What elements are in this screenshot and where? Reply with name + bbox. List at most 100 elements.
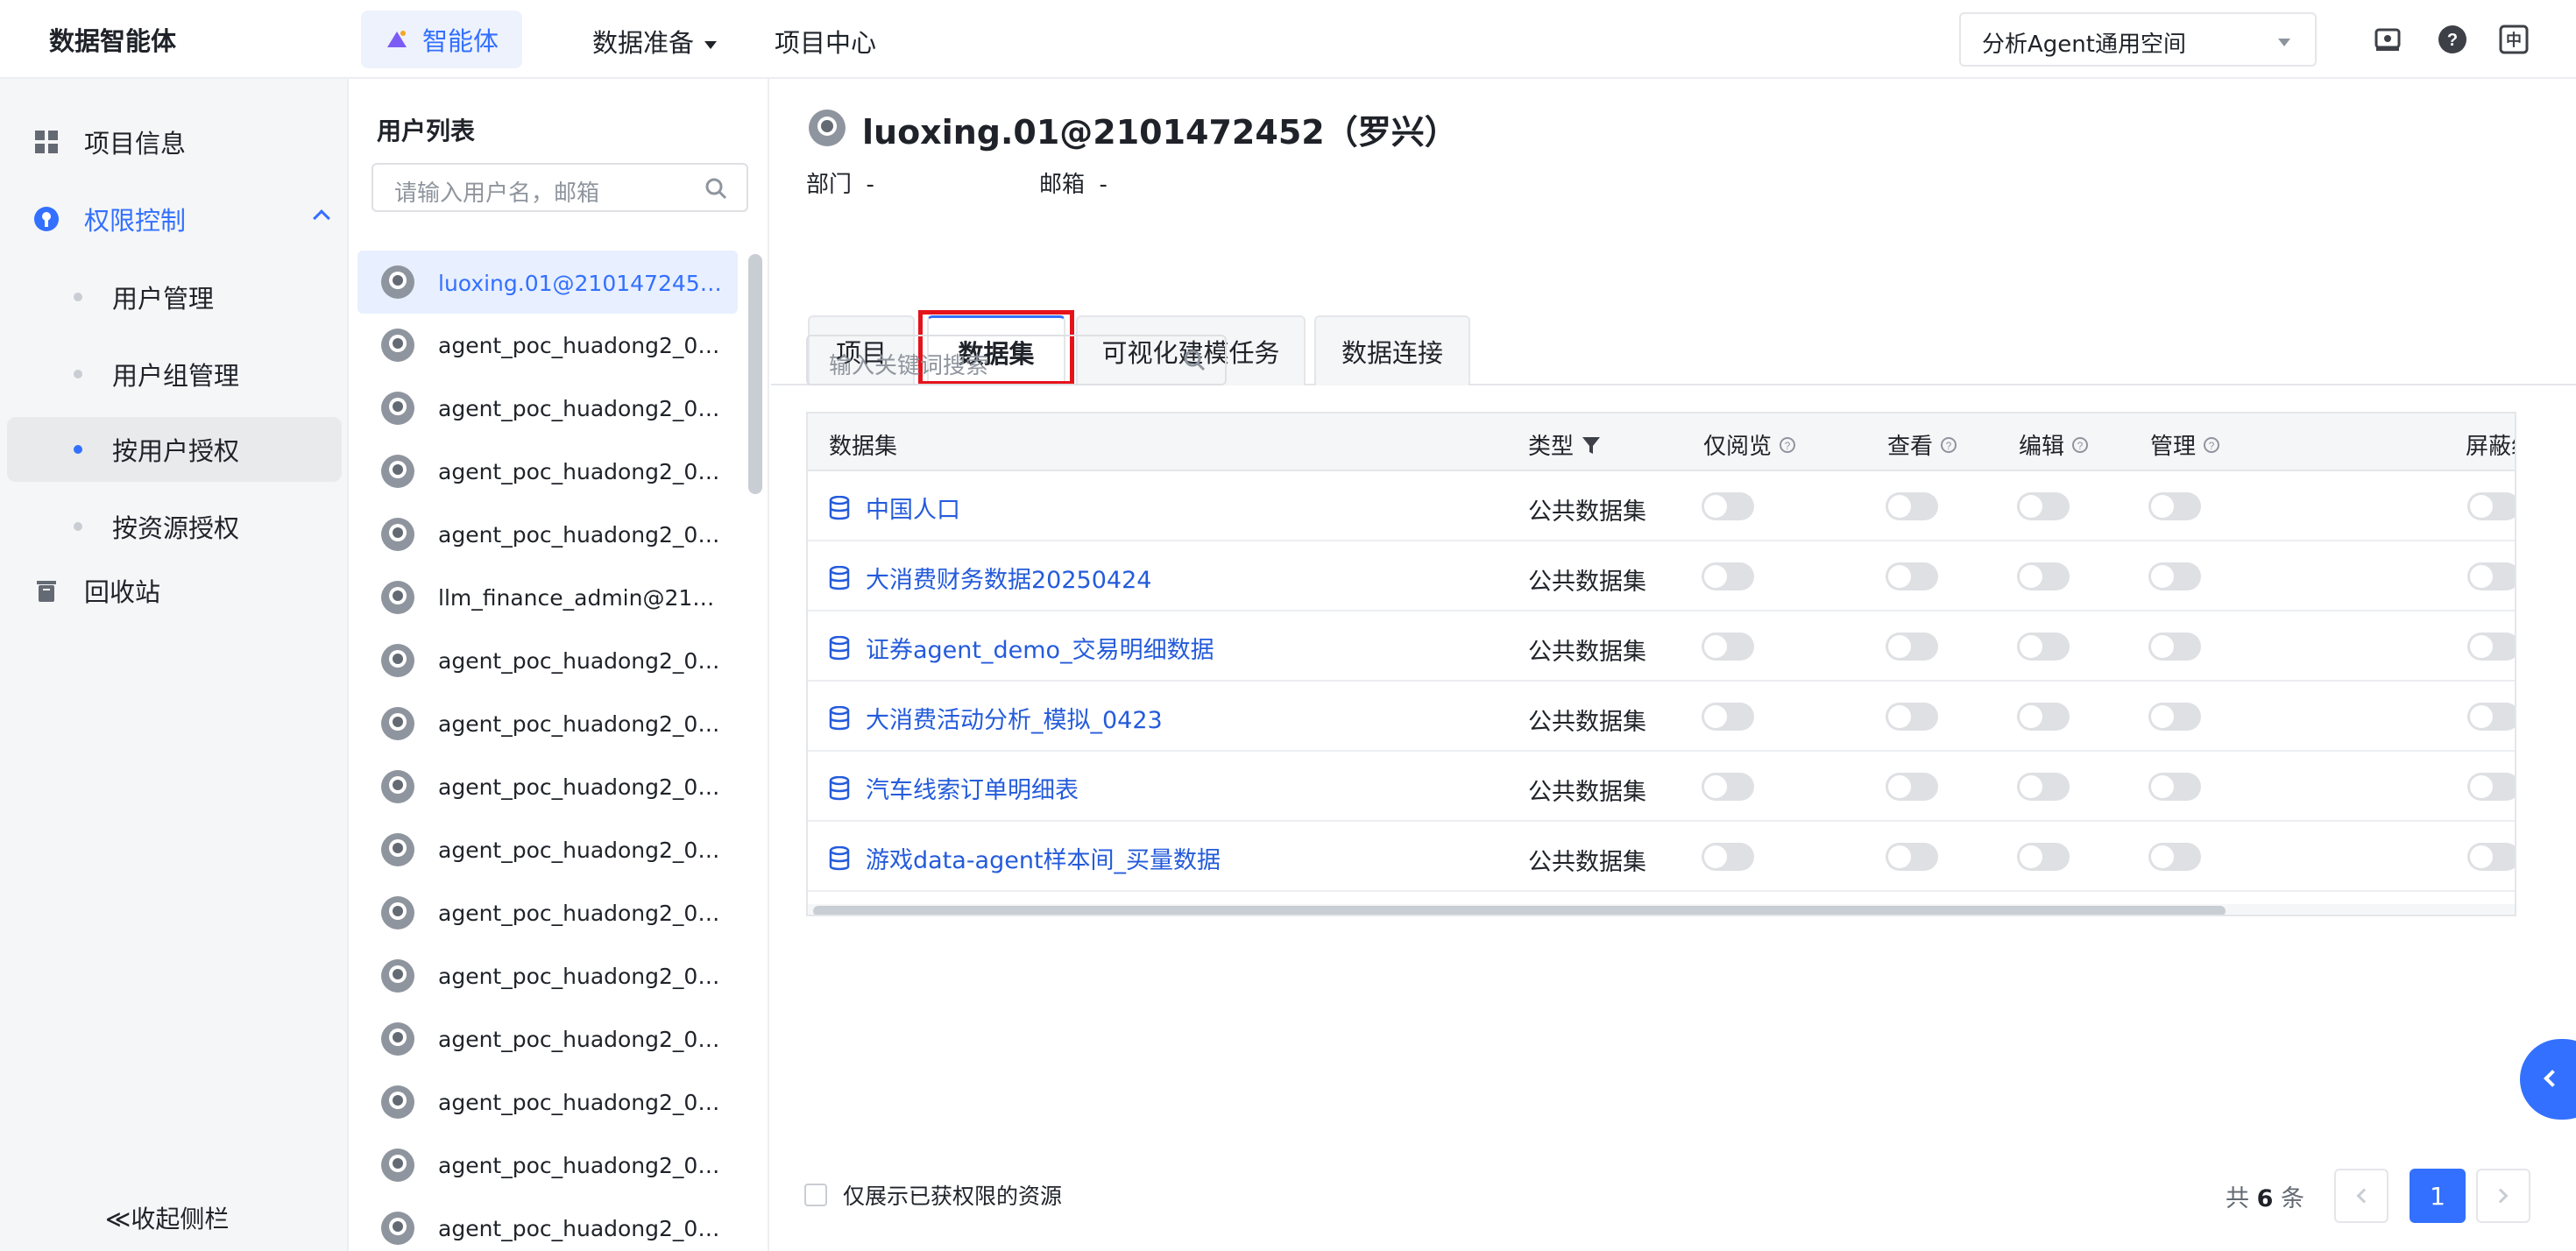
user-search-input[interactable]: 请输入用户名，邮箱 — [372, 163, 748, 212]
user-list-item[interactable]: agent_poc_huadong2_089@2101472452 — [357, 440, 738, 503]
permission-toggle[interactable] — [1702, 562, 1754, 590]
question-icon[interactable]: ? — [2203, 436, 2220, 454]
dataset-link[interactable]: 汽车线索订单明细表 — [829, 771, 1079, 805]
user-name: llm_finance_admin@2101472452 — [438, 584, 727, 611]
permission-toggle[interactable] — [2467, 773, 2515, 801]
col-view: 查看 ? — [1887, 428, 1957, 461]
user-avatar-icon — [381, 896, 414, 929]
space-select[interactable]: 分析Agent通用空间 — [1959, 12, 2317, 67]
sidebar-subitem-label: 用户管理 — [112, 284, 215, 314]
pager-next-button[interactable] — [2476, 1169, 2530, 1223]
database-icon — [829, 565, 850, 590]
dataset-link[interactable]: 证券agent_demo_交易明细数据 — [829, 631, 1214, 665]
permission-toggle[interactable] — [2467, 633, 2515, 661]
permission-toggle[interactable] — [2017, 703, 2070, 731]
permission-toggle[interactable] — [2017, 633, 2070, 661]
user-list-item[interactable]: agent_poc_huadong2_083@2101472452 — [357, 1134, 738, 1197]
user-avatar-icon — [381, 833, 414, 866]
user-list-item[interactable]: agent_poc_huadong2_084@2101472452 — [357, 881, 738, 944]
pager-prev-button[interactable] — [2334, 1169, 2388, 1223]
question-icon[interactable]: ? — [1940, 436, 1957, 454]
sidebar-item-recycle-bin[interactable]: 回收站 — [0, 559, 349, 622]
permission-toggle[interactable] — [1886, 562, 1938, 590]
user-avatar-icon — [381, 265, 414, 299]
dataset-search-input[interactable]: 输入关键词搜索 — [806, 335, 1227, 385]
nav-data-prep[interactable]: 数据准备 — [592, 23, 718, 60]
upload-icon[interactable] — [2373, 25, 2403, 54]
user-list-item[interactable]: agent_poc_huadong2_081@2101472452 — [357, 944, 738, 1007]
user-name: agent_poc_huadong2_087@2101472452 — [438, 710, 727, 737]
user-list-item[interactable]: agent_poc_huadong2_088@2101472452 — [357, 629, 738, 692]
permission-toggle[interactable] — [2017, 773, 2070, 801]
permission-toggle[interactable] — [2467, 703, 2515, 731]
user-avatar-icon — [809, 110, 846, 146]
dataset-link[interactable]: 大消费财务数据20250424 — [829, 561, 1151, 595]
permission-toggle[interactable] — [1702, 633, 1754, 661]
permission-toggle[interactable] — [1702, 492, 1754, 520]
user-list-item[interactable]: agent_poc_huadong2_090@2101472452 — [357, 314, 738, 377]
permission-toggle[interactable] — [2148, 773, 2201, 801]
tab-data-connection[interactable]: 数据连接 — [1314, 315, 1470, 385]
language-icon[interactable]: 中 — [2499, 25, 2529, 54]
permission-toggle[interactable] — [1886, 843, 1938, 871]
filter-icon[interactable] — [1581, 435, 1602, 456]
collapse-sidebar-button[interactable]: ≪收起侧栏 — [105, 1200, 229, 1235]
dataset-link[interactable]: 大消费活动分析_模拟_0423 — [829, 701, 1163, 735]
permission-toggle[interactable] — [2148, 562, 2201, 590]
permission-toggle[interactable] — [2148, 843, 2201, 871]
user-list-item[interactable]: agent_poc_huadong2_032@2101472452 — [357, 503, 738, 566]
user-list-item[interactable]: agent_poc_huadong2_086@2101472452 — [357, 755, 738, 818]
question-icon[interactable]: ? — [1779, 436, 1796, 454]
permission-toggle[interactable] — [1886, 703, 1938, 731]
dataset-link[interactable]: 游戏data-agent样本间_买量数据 — [829, 841, 1221, 875]
only-authorized-toggle[interactable]: 仅展示已获权限的资源 — [804, 1179, 1062, 1211]
permission-toggle[interactable] — [1886, 492, 1938, 520]
table-hscroll-thumb[interactable] — [813, 906, 2226, 915]
sidebar-item-label: 项目信息 — [84, 129, 187, 159]
user-list-item[interactable]: agent_poc_huadong2_079@2101472452 — [357, 1197, 738, 1251]
user-list-item[interactable]: agent_poc_huadong2_085@2101472452 — [357, 818, 738, 881]
permission-toggle[interactable] — [2017, 492, 2070, 520]
sidebar-item-project-info[interactable]: 项目信息 — [0, 110, 349, 173]
user-list-scrollbar[interactable] — [748, 254, 762, 494]
col-mask-group: 屏蔽组 — [2466, 434, 2515, 460]
help-icon[interactable]: ? — [2438, 25, 2467, 54]
user-list-item[interactable]: agent_poc_huadong2_082@2101472452 — [357, 1071, 738, 1134]
user-list-item[interactable]: agent_poc_huadong2_087@2101472452 — [357, 692, 738, 755]
sidebar-subitem-group-management[interactable]: 用户组管理 — [7, 342, 342, 406]
sidebar-subitem-auth-by-resource[interactable]: 按资源授权 — [7, 494, 342, 559]
user-list-item[interactable]: agent_poc_huadong2_080@2101472452 — [357, 1007, 738, 1071]
user-name: agent_poc_huadong2_088@2101472452 — [438, 647, 727, 674]
permission-toggle[interactable] — [1702, 843, 1754, 871]
svg-text:中: 中 — [2506, 31, 2522, 50]
nav-data-prep-label: 数据准备 — [592, 28, 695, 58]
user-name: agent_poc_huadong2_032@2101472452 — [438, 521, 727, 548]
question-icon[interactable]: ? — [2071, 436, 2089, 454]
total-count: 共 6 条 — [2226, 1185, 2304, 1212]
user-list-item[interactable]: luoxing.01@2101472452 (罗兴) — [357, 251, 738, 314]
permission-toggle[interactable] — [1886, 633, 1938, 661]
permission-toggle[interactable] — [2148, 492, 2201, 520]
col-manage: 管理 ? — [2150, 428, 2220, 461]
permission-toggle[interactable] — [1886, 773, 1938, 801]
permission-toggle[interactable] — [1702, 773, 1754, 801]
table-hscroll[interactable] — [808, 904, 2515, 915]
dataset-link[interactable]: 中国人口 — [829, 491, 960, 525]
permission-toggle[interactable] — [2467, 492, 2515, 520]
permission-toggle[interactable] — [2148, 633, 2201, 661]
user-list-item[interactable]: agent_poc_huadong2_091@2101472452 — [357, 377, 738, 440]
sidebar-subitem-user-management[interactable]: 用户管理 — [7, 265, 342, 329]
checkbox[interactable] — [804, 1184, 827, 1206]
permission-toggle[interactable] — [1702, 703, 1754, 731]
permission-toggle[interactable] — [2148, 703, 2201, 731]
permission-toggle[interactable] — [2467, 843, 2515, 871]
permission-toggle[interactable] — [2017, 562, 2070, 590]
permission-toggle[interactable] — [2017, 843, 2070, 871]
user-list-item[interactable]: llm_finance_admin@2101472452 — [357, 566, 738, 629]
permission-toggle[interactable] — [2467, 562, 2515, 590]
nav-project-center[interactable]: 项目中心 — [775, 23, 876, 60]
nav-agent[interactable]: 智能体 — [361, 11, 522, 68]
sidebar-subitem-auth-by-user[interactable]: 按用户授权 — [7, 417, 342, 482]
pager-current-page[interactable]: 1 — [2410, 1169, 2466, 1223]
sidebar-item-permission[interactable]: 权限控制 — [0, 187, 349, 251]
